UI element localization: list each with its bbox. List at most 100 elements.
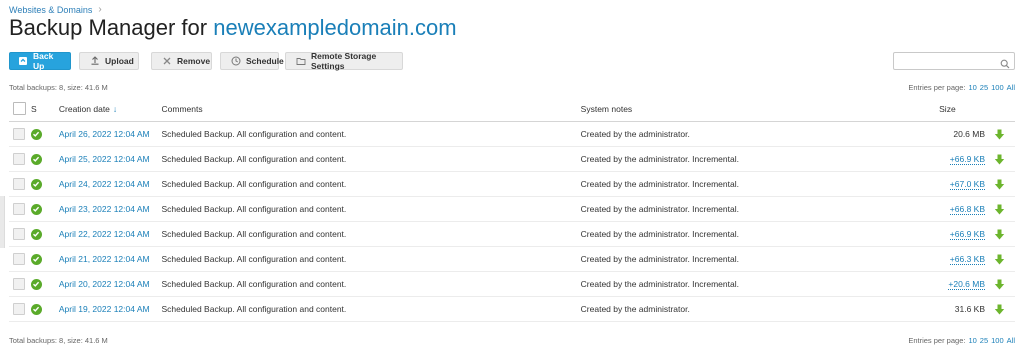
- check-circle-icon: [30, 178, 42, 190]
- per-page-option-25[interactable]: 25: [980, 83, 988, 92]
- size-value[interactable]: +66.3 KB: [949, 254, 986, 265]
- download-arrow-icon[interactable]: [994, 279, 1005, 290]
- comment-cell: Scheduled Backup. All configuration and …: [161, 171, 581, 197]
- per-page-option-25[interactable]: 25: [980, 336, 988, 345]
- per-page-option-all[interactable]: All: [1007, 83, 1015, 92]
- download-arrow-icon[interactable]: [994, 204, 1005, 215]
- upload-icon: [90, 56, 100, 66]
- row-checkbox[interactable]: [13, 178, 25, 190]
- page-title: Backup Manager for newexampledomain.com: [9, 15, 457, 41]
- size-value[interactable]: +66.9 KB: [949, 229, 986, 240]
- search-input[interactable]: [898, 55, 1002, 72]
- backup-date-link[interactable]: April 26, 2022 12:04 AM: [59, 129, 150, 139]
- creation-date-cell: April 21, 2022 12:04 AM: [58, 246, 162, 272]
- per-page-option-100[interactable]: 100: [991, 336, 1004, 345]
- per-page-option-all[interactable]: All: [1007, 336, 1015, 345]
- back-up-button[interactable]: Back Up: [9, 51, 71, 71]
- comment-cell: Scheduled Backup. All configuration and …: [161, 221, 581, 247]
- entries-per-page-label: Entries per page:: [908, 83, 966, 92]
- per-page-option-100[interactable]: 100: [991, 83, 1004, 92]
- size-cell: +66.3 KB: [939, 246, 990, 272]
- backup-date-link[interactable]: April 22, 2022 12:04 AM: [59, 229, 150, 239]
- entries-per-page-label: Entries per page:: [908, 336, 966, 345]
- creation-date-header-label: Creation date: [58, 103, 110, 114]
- row-checkbox[interactable]: [13, 128, 25, 140]
- status-column-header[interactable]: S: [30, 96, 59, 122]
- row-checkbox-cell: [9, 246, 31, 272]
- row-checkbox-cell: [9, 271, 31, 297]
- remove-button[interactable]: Remove: [151, 52, 212, 70]
- size-value[interactable]: +20.6 MB: [948, 279, 986, 290]
- row-checkbox[interactable]: [13, 228, 25, 240]
- table-row[interactable]: April 24, 2022 12:04 AM Scheduled Backup.…: [9, 171, 1015, 197]
- table-row[interactable]: April 26, 2022 12:04 AM Scheduled Backup.…: [9, 121, 1015, 147]
- status-cell: [30, 221, 59, 247]
- row-checkbox[interactable]: [13, 303, 25, 315]
- table-header-row: S Creation date ↓ Comments System notes S…: [9, 96, 1015, 122]
- row-checkbox-cell: [9, 121, 31, 147]
- download-arrow-icon[interactable]: [994, 254, 1005, 265]
- row-checkbox-cell: [9, 146, 31, 172]
- back-up-label: Back Up: [33, 51, 54, 71]
- table-row[interactable]: April 25, 2022 12:04 AM Scheduled Backup.…: [9, 146, 1015, 172]
- backup-date-link[interactable]: April 23, 2022 12:04 AM: [59, 204, 150, 214]
- system-notes-column-header[interactable]: System notes: [580, 96, 940, 122]
- comment-cell: Scheduled Backup. All configuration and …: [161, 196, 581, 222]
- schedule-button[interactable]: Schedule: [220, 52, 284, 70]
- side-panel-handle[interactable]: [0, 196, 5, 248]
- select-all-checkbox[interactable]: [13, 102, 26, 115]
- table-row[interactable]: April 21, 2022 12:04 AM Scheduled Backup.…: [9, 246, 1015, 272]
- chevron-right-icon: ›: [98, 4, 102, 15]
- table-row[interactable]: April 23, 2022 12:04 AM Scheduled Backup.…: [9, 196, 1015, 222]
- backup-date-link[interactable]: April 21, 2022 12:04 AM: [59, 254, 150, 264]
- size-column-header[interactable]: Size: [939, 96, 990, 122]
- per-page-option-10[interactable]: 10: [968, 336, 976, 345]
- creation-date-cell: April 19, 2022 12:04 AM: [58, 296, 162, 322]
- backups-table: S Creation date ↓ Comments System notes S…: [9, 96, 1015, 322]
- table-row[interactable]: April 22, 2022 12:04 AM Scheduled Backup.…: [9, 221, 1015, 247]
- comments-column-header[interactable]: Comments: [161, 96, 581, 122]
- status-cell: [30, 196, 59, 222]
- download-cell: [989, 246, 1015, 272]
- table-row[interactable]: April 20, 2022 12:04 AM Scheduled Backup.…: [9, 271, 1015, 297]
- per-page-option-10[interactable]: 10: [968, 83, 976, 92]
- size-cell: +66.8 KB: [939, 196, 990, 222]
- size-cell: 31.6 KB: [939, 296, 990, 322]
- download-arrow-icon[interactable]: [994, 129, 1005, 140]
- sort-desc-icon: ↓: [112, 103, 118, 114]
- download-arrow-icon[interactable]: [994, 304, 1005, 315]
- check-circle-icon: [30, 128, 42, 140]
- size-cell: +66.9 KB: [939, 221, 990, 247]
- download-arrow-icon[interactable]: [994, 229, 1005, 240]
- page-title-domain[interactable]: newexampledomain.com: [213, 15, 456, 40]
- table-row[interactable]: April 19, 2022 12:04 AM Scheduled Backup.…: [9, 296, 1015, 322]
- download-arrow-icon[interactable]: [994, 179, 1005, 190]
- size-value[interactable]: +67.0 KB: [949, 179, 986, 190]
- backup-date-link[interactable]: April 25, 2022 12:04 AM: [59, 154, 150, 164]
- system-notes-cell: Created by the administrator. Incrementa…: [580, 196, 940, 222]
- status-cell: [30, 296, 59, 322]
- backup-date-link[interactable]: April 24, 2022 12:04 AM: [59, 179, 150, 189]
- download-arrow-icon[interactable]: [994, 154, 1005, 165]
- size-value[interactable]: +66.8 KB: [949, 204, 986, 215]
- row-checkbox[interactable]: [13, 203, 25, 215]
- system-notes-cell: Created by the administrator.: [580, 121, 940, 147]
- breadcrumb-link-websites-domains[interactable]: Websites & Domains: [9, 5, 92, 15]
- size-cell: +67.0 KB: [939, 171, 990, 197]
- backup-date-link[interactable]: April 20, 2022 12:04 AM: [59, 279, 150, 289]
- search-icon[interactable]: [1000, 56, 1010, 69]
- remote-storage-settings-label: Remote Storage Settings: [311, 51, 377, 71]
- entries-per-page-top: Entries per page: 10 25 100 All: [908, 83, 1015, 92]
- check-circle-icon: [30, 303, 42, 315]
- row-checkbox[interactable]: [13, 153, 25, 165]
- creation-date-column-header[interactable]: Creation date ↓: [58, 96, 162, 122]
- check-circle-icon: [30, 278, 42, 290]
- size-value[interactable]: +66.9 KB: [949, 154, 986, 165]
- row-checkbox-cell: [9, 171, 31, 197]
- backup-date-link[interactable]: April 19, 2022 12:04 AM: [59, 304, 150, 314]
- remote-storage-settings-button[interactable]: Remote Storage Settings: [285, 51, 403, 71]
- upload-button[interactable]: Upload: [79, 52, 139, 70]
- row-checkbox[interactable]: [13, 253, 25, 265]
- row-checkbox[interactable]: [13, 278, 25, 290]
- entries-per-page-bottom: Entries per page: 10 25 100 All: [908, 336, 1015, 345]
